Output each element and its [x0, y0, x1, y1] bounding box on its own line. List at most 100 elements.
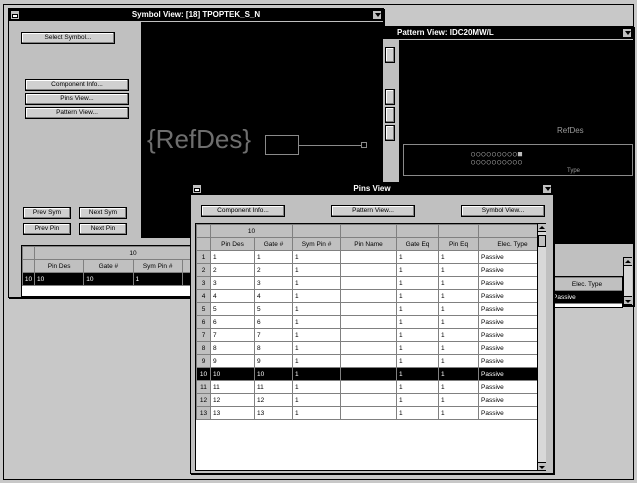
- table-cell: 8: [253, 341, 294, 355]
- table-cell: 9: [210, 354, 255, 368]
- table-cell: 8: [210, 341, 255, 355]
- row-header: 3: [196, 276, 211, 290]
- component-info-button[interactable]: Component Info...: [25, 79, 129, 91]
- pattern-view-button[interactable]: Pattern View...: [25, 107, 129, 119]
- pattern-side-button[interactable]: [385, 107, 395, 123]
- symbol-view-titlebar[interactable]: Symbol View: [18] TPOPTEK_S_N: [9, 9, 383, 21]
- table-cell: 12: [253, 393, 294, 407]
- pattern-side-button[interactable]: [385, 125, 395, 141]
- table-row[interactable]: 12 12 12 1 1 1 Passive: [196, 393, 544, 407]
- pins-view-title: Pins View: [353, 184, 391, 193]
- scroll-down-icon[interactable]: [538, 462, 546, 471]
- column-header[interactable]: Elec. Type: [550, 277, 622, 291]
- table-row[interactable]: 8 8 8 1 1 1 Passive: [196, 341, 544, 355]
- table-row[interactable]: 13 13 13 1 1 1 Passive: [196, 406, 544, 420]
- table-cell: 5: [253, 302, 294, 316]
- table-cell: 1: [396, 302, 440, 316]
- table-row[interactable]: 10 10 10 1: [22, 272, 200, 286]
- table-row[interactable]: 7 7 7 1 1 1 Passive: [196, 328, 544, 342]
- table-row[interactable]: 3 3 3 1 1 1 Passive: [196, 276, 544, 290]
- table-row[interactable]: 5 5 5 1 1 1 Passive: [196, 302, 544, 316]
- table-cell: Passive: [478, 315, 544, 329]
- column-header[interactable]: Sym Pin #: [132, 259, 183, 273]
- select-symbol-button[interactable]: Select Symbol...: [21, 32, 115, 44]
- minimize-icon[interactable]: [622, 28, 632, 38]
- column-header[interactable]: Gate Eq: [396, 237, 440, 251]
- column-header[interactable]: Pin Eq: [438, 237, 480, 251]
- pattern-side-button[interactable]: [385, 47, 395, 63]
- table-cell: 13: [210, 406, 255, 420]
- table-cell: Passive: [478, 328, 544, 342]
- row-header: 5: [196, 302, 211, 316]
- pattern-view-titlebar[interactable]: Pattern View: IDC20MW/L: [383, 27, 633, 39]
- table-cell: [340, 341, 398, 355]
- table-cell: Passive: [478, 367, 544, 381]
- pins-view-titlebar[interactable]: Pins View: [191, 183, 553, 195]
- pattern-view-title: Pattern View: IDC20MW/L: [397, 28, 494, 37]
- minimize-icon[interactable]: [542, 184, 552, 194]
- table-cell: [340, 315, 398, 329]
- table-row[interactable]: 1 1 1 1 1 1 Passive: [196, 250, 544, 264]
- symbol-pins-grid[interactable]: 10 Pin Des Gate # Sym Pin # Pi 10 10 10 …: [21, 245, 201, 297]
- prev-sym-button[interactable]: Prev Sym: [23, 207, 71, 219]
- column-header[interactable]: Elec. Type: [478, 237, 544, 251]
- table-cell: 1: [292, 250, 342, 264]
- pattern-pins-grid[interactable]: Elec. Type Passive: [549, 276, 623, 308]
- row-header: 8: [196, 341, 211, 355]
- pattern-side-button[interactable]: [385, 89, 395, 105]
- table-cell: [340, 302, 398, 316]
- table-row[interactable]: 9 9 9 1 1 1 Passive: [196, 354, 544, 368]
- table-cell: 1: [292, 302, 342, 316]
- table-row[interactable]: 11 11 11 1 1 1 Passive: [196, 380, 544, 394]
- table-cell: 1: [292, 406, 342, 420]
- table-row[interactable]: 4 4 4 1 1 1 Passive: [196, 289, 544, 303]
- column-header[interactable]: Sym Pin #: [292, 237, 342, 251]
- table-cell: 6: [253, 315, 294, 329]
- table-cell: 1: [396, 250, 440, 264]
- prev-pin-button[interactable]: Prev Pin: [23, 223, 71, 235]
- column-header[interactable]: Pin Des: [33, 259, 85, 273]
- table-cell: Passive: [478, 406, 544, 420]
- next-pin-button[interactable]: Next Pin: [79, 223, 127, 235]
- table-cell: 7: [210, 328, 255, 342]
- scroll-thumb[interactable]: [538, 235, 546, 247]
- pins-grid[interactable]: 10 Pin Des Gate # Sym Pin # Pin Name Gat…: [195, 223, 545, 471]
- table-row[interactable]: 2 2 2 1 1 1 Passive: [196, 263, 544, 277]
- pins-grid-scrollbar[interactable]: [537, 223, 546, 471]
- table-cell: [340, 289, 398, 303]
- table-cell: 1: [438, 250, 480, 264]
- table-cell: 1: [438, 393, 480, 407]
- minimize-icon[interactable]: [372, 10, 382, 20]
- table-cell: 3: [253, 276, 294, 290]
- scroll-up-icon[interactable]: [538, 223, 546, 232]
- table-row[interactable]: 10 10 10 1 1 1 Passive: [196, 367, 544, 381]
- table-cell: 1: [292, 393, 342, 407]
- row-header: 1: [196, 250, 211, 264]
- table-row[interactable]: Passive: [550, 290, 622, 304]
- table-cell: 1: [292, 276, 342, 290]
- scroll-up-icon[interactable]: [624, 257, 632, 266]
- next-sym-button[interactable]: Next Sym: [79, 207, 127, 219]
- component-info-button[interactable]: Component Info...: [201, 205, 285, 217]
- table-cell: 1: [292, 289, 342, 303]
- column-header[interactable]: Pin Des: [210, 237, 255, 251]
- symbol-view-button[interactable]: Symbol View...: [461, 205, 545, 217]
- pins-view-button[interactable]: Pins View...: [25, 93, 129, 105]
- table-cell: Passive: [478, 393, 544, 407]
- table-cell: 1: [396, 328, 440, 342]
- scroll-down-icon[interactable]: [624, 296, 632, 305]
- column-header[interactable]: Gate #: [253, 237, 294, 251]
- table-cell: 7: [253, 328, 294, 342]
- table-cell: 1: [396, 393, 440, 407]
- column-header[interactable]: Pin Name: [340, 237, 398, 251]
- table-row[interactable]: 6 6 6 1 1 1 Passive: [196, 315, 544, 329]
- row-header: 13: [196, 406, 211, 420]
- system-menu-icon[interactable]: [10, 10, 20, 20]
- column-header[interactable]: Gate #: [83, 259, 134, 273]
- pattern-view-button[interactable]: Pattern View...: [331, 205, 415, 217]
- table-cell: 1: [396, 341, 440, 355]
- pattern-grid-scrollbar[interactable]: [623, 257, 632, 305]
- symbol-pin-box: [265, 135, 299, 155]
- system-menu-icon[interactable]: [192, 184, 202, 194]
- table-cell: [340, 393, 398, 407]
